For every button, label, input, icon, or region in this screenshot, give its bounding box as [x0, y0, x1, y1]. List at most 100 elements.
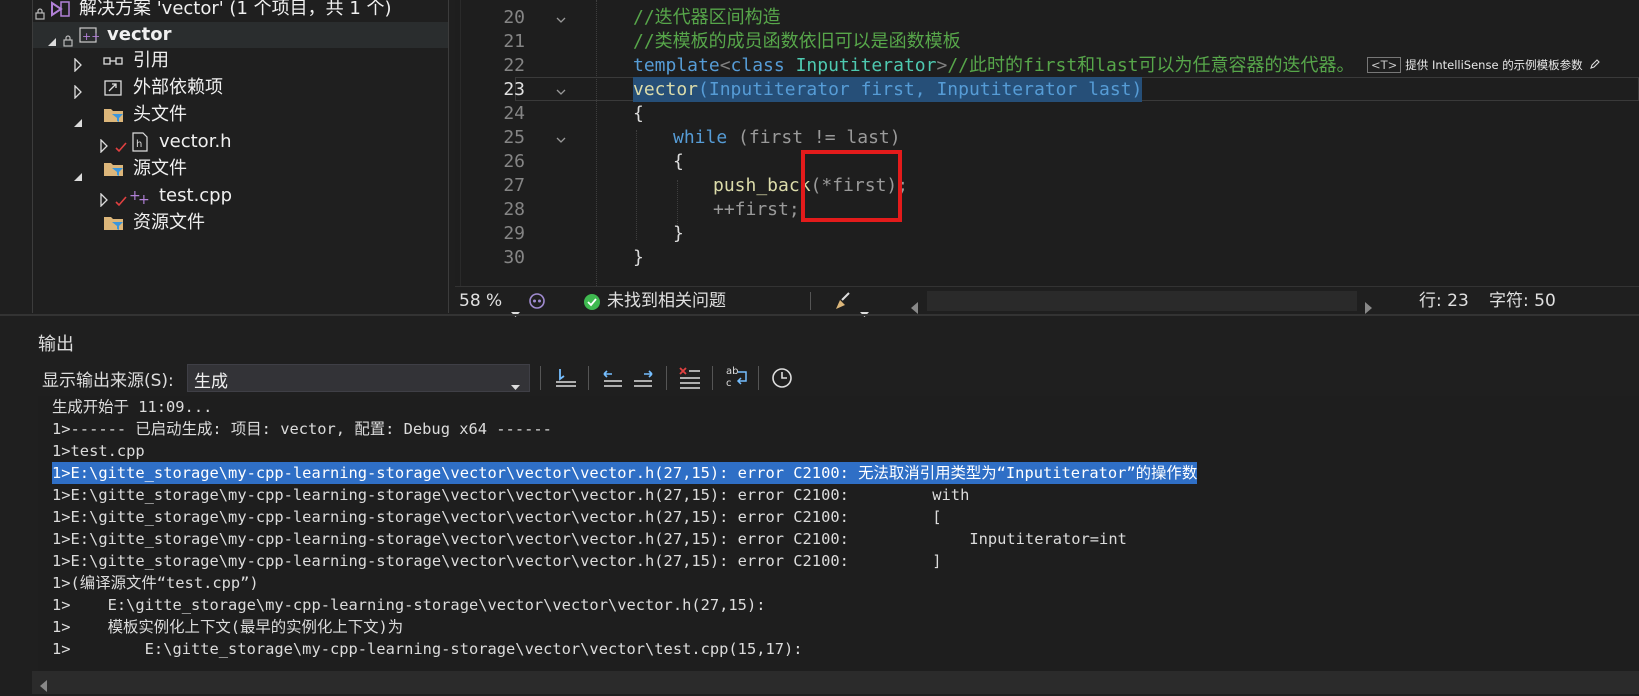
- code-line: while (first != last): [673, 125, 901, 150]
- code-token: //此时的first和last可以为任意容器的迭代器。: [947, 55, 1355, 76]
- output-line: 1> E:\gitte_storage\my-cpp-learning-stor…: [52, 640, 803, 658]
- scroll-left-icon[interactable]: [40, 677, 48, 696]
- fold-chevron-icon[interactable]: [555, 83, 567, 95]
- clear-all-icon[interactable]: [678, 366, 702, 394]
- lock-icon: [35, 2, 45, 20]
- output-line: 1>E:\gitte_storage\my-cpp-learning-stora…: [52, 530, 1127, 548]
- line-number: 29: [503, 223, 525, 244]
- indent-guide: [636, 130, 637, 240]
- fold-chevron-icon[interactable]: [555, 11, 567, 23]
- line-indicator[interactable]: 行: 23: [1419, 287, 1469, 315]
- tree-item-label: 头文件: [133, 104, 187, 125]
- filter-folder-icon: [103, 214, 127, 240]
- output-line: 1>(编译源文件“test.cpp”): [52, 574, 259, 592]
- tree-item-resource-files[interactable]: 资源文件: [33, 210, 448, 236]
- solution-tree: 解决方案 'vector' (1 个项目，共 1 个) ++ vector 引用: [32, 0, 448, 313]
- code-token: (Inputiterator first, Inputiterator last…: [698, 79, 1143, 100]
- code-editor[interactable]: 20 21 22 23 24 25 26 27 28 29 30 //迭代器区间…: [455, 0, 1639, 286]
- code-token: (first != last): [727, 127, 901, 148]
- word-wrap-icon[interactable]: ab c: [724, 364, 750, 394]
- output-line: 1>E:\gitte_storage\my-cpp-learning-stora…: [52, 508, 942, 526]
- output-horizontal-scrollbar[interactable]: [32, 671, 1639, 694]
- solution-title: 解决方案 'vector' (1 个项目，共 1 个): [79, 0, 392, 19]
- char-indicator[interactable]: 字符: 50: [1489, 287, 1556, 315]
- output-toolbar: 显示输出来源(S): 生成 ab c: [0, 360, 1639, 396]
- svg-text:+: +: [138, 192, 150, 206]
- output-source-label: 显示输出来源(S):: [42, 371, 174, 391]
- go-to-error-icon[interactable]: [554, 366, 578, 394]
- solution-icon: [49, 0, 71, 18]
- tree-item-label: vector.h: [159, 131, 232, 152]
- code-line-selected: vector(Inputiterator first, Inputiterato…: [633, 77, 1143, 102]
- line-number: 24: [503, 103, 525, 124]
- tree-item-label: 源文件: [133, 158, 187, 179]
- tree-item-vector-h[interactable]: h vector.h: [33, 129, 448, 155]
- line-number: 30: [503, 247, 525, 268]
- chevron-down-icon: [511, 376, 521, 395]
- project-name: vector: [107, 24, 172, 45]
- output-text-area[interactable]: 生成开始于 11:09... 1>------ 已启动生成: 项目: vecto…: [38, 396, 1639, 676]
- svg-text:++: ++: [82, 30, 99, 43]
- output-line: 1> E:\gitte_storage\my-cpp-learning-stor…: [52, 596, 766, 614]
- indent-guide: [596, 0, 597, 286]
- line-number: 21: [503, 31, 525, 52]
- line-number: 22: [503, 55, 525, 76]
- toolbar-divider: [712, 366, 713, 390]
- scroll-left-icon[interactable]: [911, 295, 919, 323]
- code-token: >: [936, 55, 948, 76]
- code-token: push_back: [713, 175, 811, 196]
- intellisense-hint-text: 提供 IntelliSense 的示例模板参数: [1405, 58, 1583, 72]
- toolbar-divider: [666, 366, 667, 390]
- previous-message-icon[interactable]: [600, 366, 624, 394]
- tree-item-source-files[interactable]: 源文件: [33, 156, 448, 182]
- tree-item-references[interactable]: 引用: [33, 48, 448, 74]
- tree-item-label: 外部依赖项: [133, 77, 223, 98]
- chevron-down-icon: [511, 299, 521, 327]
- horizontal-scrollbar[interactable]: [927, 291, 1357, 311]
- tree-item-label: test.cpp: [159, 185, 233, 206]
- tree-item-label: 引用: [133, 50, 169, 71]
- output-line: 1>E:\gitte_storage\my-cpp-learning-stora…: [52, 486, 970, 504]
- output-line: 1>------ 已启动生成: 项目: vector, 配置: Debug x6…: [52, 420, 552, 438]
- output-line: 1>test.cpp: [52, 442, 145, 460]
- tree-item-header-files[interactable]: 头文件: [33, 102, 448, 128]
- panel-divider[interactable]: [0, 314, 1639, 316]
- intellisense-hint[interactable]: <T> 提供 IntelliSense 的示例模板参数: [1367, 55, 1601, 75]
- tree-item-external-dependencies[interactable]: 外部依赖项: [33, 75, 448, 101]
- template-tag-badge: <T>: [1367, 57, 1402, 73]
- code-line: template<class Inputiterator>//此时的first和…: [633, 53, 1355, 78]
- code-token: while: [673, 127, 728, 148]
- solution-explorer: 解决方案 'vector' (1 个项目，共 1 个) ++ vector 引用: [0, 0, 449, 313]
- line-number: 27: [503, 175, 525, 196]
- code-line: {: [633, 103, 644, 124]
- line-number: 26: [503, 151, 525, 172]
- next-message-icon[interactable]: [632, 366, 656, 394]
- solution-row[interactable]: 解决方案 'vector' (1 个项目，共 1 个): [33, 0, 448, 22]
- output-source-select[interactable]: 生成: [187, 364, 530, 392]
- line-number: 25: [503, 127, 525, 148]
- toolbar-divider: [758, 366, 759, 390]
- issues-status[interactable]: 未找到相关问题: [607, 287, 726, 315]
- editor-status-bar: 58 % 未找到相关问题 行: 23 字符: 50: [455, 286, 1639, 317]
- output-source-value: 生成: [194, 372, 228, 392]
- tree-item-label: 资源文件: [133, 212, 205, 233]
- code-token: template: [633, 55, 720, 76]
- clock-icon[interactable]: [770, 366, 794, 394]
- scroll-right-icon[interactable]: [1365, 295, 1373, 323]
- output-line-selected[interactable]: 1>E:\gitte_storage\my-cpp-learning-stora…: [52, 462, 1198, 484]
- code-line: }: [633, 247, 644, 268]
- code-token: class: [730, 55, 785, 76]
- chevron-down-icon[interactable]: [860, 299, 870, 327]
- code-token: vector: [633, 79, 699, 100]
- toolbar-divider: [540, 366, 541, 390]
- tree-item-test-cpp[interactable]: + + test.cpp: [33, 183, 448, 209]
- output-panel-title: 输出: [38, 334, 74, 355]
- code-token: <: [719, 55, 731, 76]
- line-number: 20: [503, 7, 525, 28]
- project-row-vector[interactable]: ++ vector: [33, 22, 448, 48]
- pencil-icon[interactable]: [1590, 58, 1601, 72]
- fold-chevron-icon[interactable]: [555, 131, 567, 143]
- divider: [810, 292, 811, 310]
- output-line: 1> 模板实例化上下文(最早的实例化上下文)为: [52, 618, 404, 636]
- output-line: 生成开始于 11:09...: [52, 398, 213, 416]
